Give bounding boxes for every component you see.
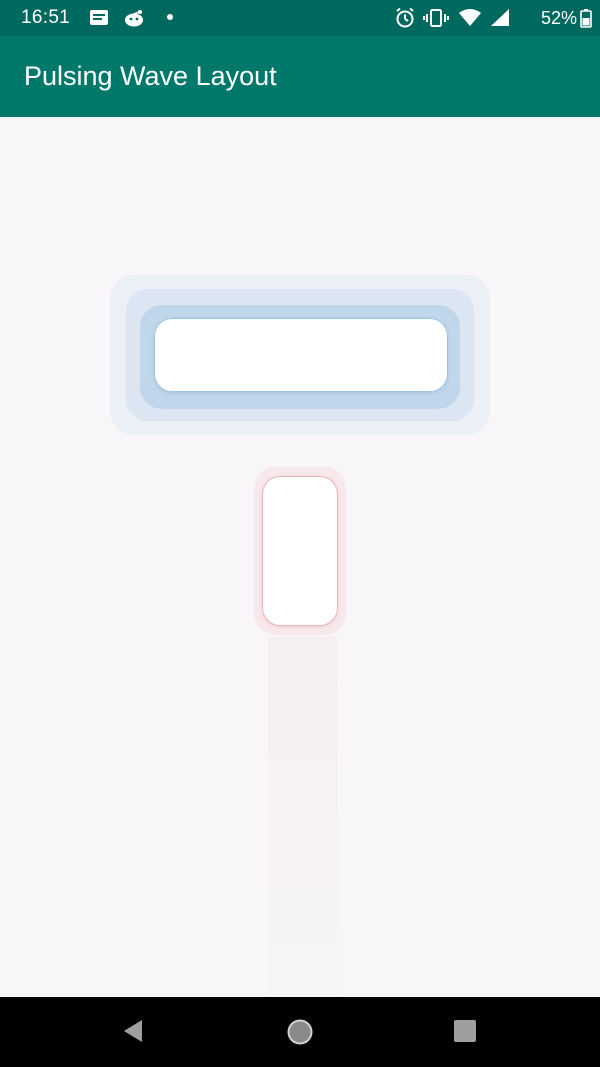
- reddit-icon: [125, 10, 143, 27]
- home-icon[interactable]: [286, 1018, 314, 1046]
- wifi-icon: [458, 9, 481, 26]
- tall-pulsing-box[interactable]: [262, 476, 338, 626]
- notification-list-icon: [90, 10, 108, 25]
- signal-icon: [490, 9, 509, 26]
- app-bar: Pulsing Wave Layout: [0, 36, 600, 117]
- page-title: Pulsing Wave Layout: [24, 61, 277, 91]
- status-left-icons: [90, 8, 180, 28]
- vibrate-icon: [422, 9, 449, 27]
- alarm-icon: [396, 7, 414, 28]
- status-bar: 16:51 52%: [0, 0, 600, 36]
- content-area: [0, 117, 600, 997]
- battery-icon: [580, 9, 592, 28]
- navigation-bar: [0, 997, 600, 1067]
- recents-icon[interactable]: [453, 1019, 477, 1043]
- red-pulse-trail: [268, 637, 338, 997]
- battery-percent: 52%: [540, 7, 577, 28]
- status-right-icons: 52%: [395, 7, 592, 29]
- back-icon[interactable]: [120, 1018, 146, 1044]
- dot-icon: [167, 14, 173, 20]
- wide-pulsing-box[interactable]: [154, 318, 448, 392]
- status-time: 16:51: [21, 7, 71, 28]
